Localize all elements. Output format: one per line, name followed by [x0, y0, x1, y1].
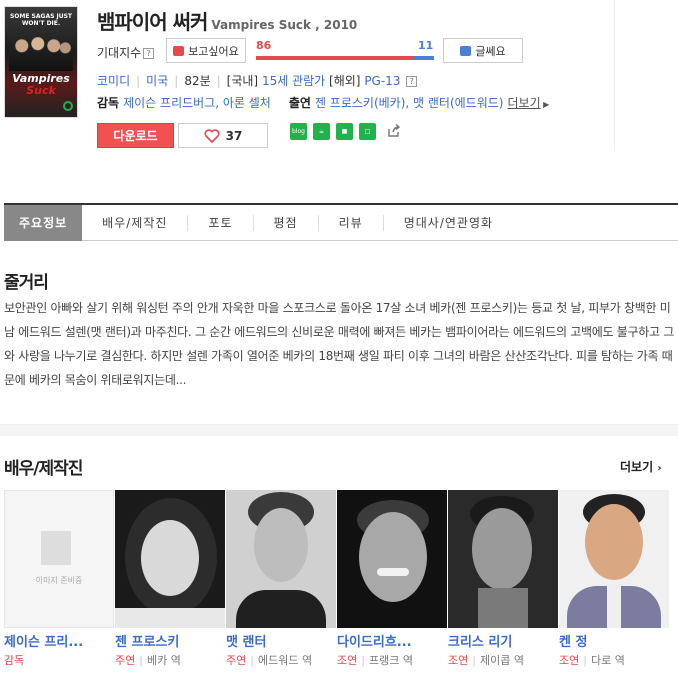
cast-section-title: 배우/제작진 — [4, 459, 83, 479]
cast-photo[interactable] — [226, 490, 336, 628]
cast-name[interactable]: 젠 프로스키 — [115, 631, 226, 649]
cast-card[interactable]: 젠 프로스키 주연 | 베카 역 — [115, 490, 226, 668]
download-button[interactable]: 다운로드 — [97, 123, 174, 148]
cast-photo[interactable] — [448, 490, 558, 628]
no-image-icon — [41, 531, 71, 565]
cast-position: 감독 — [4, 654, 25, 667]
like-button[interactable]: 37 — [178, 123, 268, 148]
title-korean: 뱀파이어 써커 — [97, 10, 208, 34]
cast-position: 주연 — [226, 654, 247, 667]
cast-name[interactable]: 크리스 리기 — [448, 631, 559, 649]
cast-links[interactable]: 젠 프로스키(베카), 맷 랜터(에드워드) — [315, 96, 504, 110]
bookmark-share-icon[interactable]: ■ — [336, 123, 353, 140]
not-sure-button[interactable]: 글쎄요 — [443, 38, 523, 63]
cast-photo[interactable] — [115, 490, 225, 628]
help-icon[interactable]: ? — [143, 48, 155, 59]
runtime: 82분 — [184, 74, 211, 88]
dislike-score: 11 — [418, 39, 434, 52]
tab-quotes-related[interactable]: 명대사/연관영화 — [384, 215, 513, 231]
blog-share-icon[interactable]: blog — [290, 123, 307, 140]
synopsis-title: 줄거리 — [4, 273, 49, 293]
genre-link[interactable]: 코미디 — [97, 74, 130, 88]
country-link[interactable]: 미국 — [146, 74, 168, 88]
poster-tagline: SOME SAGAS JUST WON'T DIE. — [9, 13, 73, 27]
cast-photo[interactable] — [337, 490, 447, 628]
cast-photo[interactable] — [559, 490, 669, 628]
thumbs-down-icon — [460, 45, 472, 56]
credits-line: 감독 제이슨 프리드버그, 아론 셀처 출연 젠 프로스키(베카), 맷 랜터(에드워… — [97, 96, 550, 110]
cast-card[interactable]: 이미지 준비중 제이슨 프리... 감독 — [4, 490, 115, 668]
cast-position: 조연 — [337, 654, 358, 667]
movie-title: 뱀파이어 써커 Vampires Suck , 2010 — [97, 6, 357, 35]
cast-card[interactable]: 다이드리흐... 조연 | 프랭크 역 — [337, 490, 448, 668]
cafe-share-icon[interactable]: ☕ — [313, 123, 330, 140]
section-divider — [0, 424, 678, 436]
social-share: blog ☕ ■ □ — [290, 123, 376, 140]
like-score: 86 — [256, 39, 272, 52]
title-english: Vampires Suck , 2010 — [211, 18, 358, 32]
synopsis-text: 보안관인 아빠와 살기 위해 워싱턴 주의 안개 자욱한 마을 스포크스로 돌아… — [4, 301, 674, 387]
like-count: 37 — [225, 128, 243, 143]
cast-card[interactable]: 크리스 리기 조연 | 제이콥 역 — [448, 490, 559, 668]
share-icon[interactable] — [386, 123, 402, 139]
cast-name[interactable]: 제이슨 프리... — [4, 631, 115, 649]
tab-rating[interactable]: 평점 — [254, 214, 319, 231]
movie-tabs: 주요정보 배우/제작진 포토 평점 리뷰 명대사/연관영화 — [4, 203, 678, 241]
rating-domestic[interactable]: 15세 관람가 — [262, 74, 325, 88]
cast-position: 주연 — [115, 654, 136, 667]
poster-characters — [9, 29, 73, 71]
expectation-bar-like — [256, 56, 414, 60]
cast-name[interactable]: 다이드리흐... — [337, 631, 448, 649]
tab-photo[interactable]: 포토 — [188, 214, 254, 231]
cast-card[interactable]: 켄 정 조연 | 다로 역 — [559, 490, 670, 668]
credits-more-link[interactable]: 더보기 — [507, 96, 540, 110]
expectation-label: 기대지수? — [97, 44, 155, 61]
expectation-bar — [256, 56, 434, 60]
want-to-see-button[interactable]: 보고싶어요 — [166, 38, 246, 63]
thumbs-up-icon — [173, 45, 185, 56]
poster-logo: Vampires Suck — [12, 72, 70, 97]
zoom-icon[interactable] — [63, 101, 73, 111]
memo-share-icon[interactable]: □ — [359, 123, 376, 140]
cast-position: 조연 — [448, 654, 469, 667]
divider — [614, 0, 615, 150]
director-links[interactable]: 제이슨 프리드버그, 아론 셀처 — [123, 96, 271, 110]
tab-review[interactable]: 리뷰 — [319, 214, 384, 231]
cast-card[interactable]: 맷 랜터 주연 | 에드워드 역 — [226, 490, 337, 668]
cast-name[interactable]: 켄 정 — [559, 631, 670, 649]
cast-name[interactable]: 맷 랜터 — [226, 631, 337, 649]
movie-poster[interactable]: SOME SAGAS JUST WON'T DIE. Vampires Suck — [4, 6, 78, 118]
heart-icon — [204, 128, 220, 143]
tab-cast-crew[interactable]: 배우/제작진 — [82, 214, 189, 231]
rating-help-icon[interactable]: ? — [406, 76, 418, 87]
movie-meta: 코미디 | 미국 | 82분 | [국내] 15세 관람가 [해외] PG-13 ? — [97, 72, 418, 89]
tab-main-info[interactable]: 주요정보 — [4, 204, 83, 241]
rating-foreign[interactable]: PG-13 — [364, 74, 400, 88]
no-image-label: 이미지 준비중 — [35, 576, 83, 585]
cast-list: 이미지 준비중 제이슨 프리... 감독 젠 프로스키 주연 | 베카 역 맷 랜터… — [4, 490, 670, 668]
cast-photo-placeholder[interactable]: 이미지 준비중 — [4, 490, 114, 628]
cast-position: 조연 — [559, 654, 580, 667]
cast-more-link[interactable]: 더보기 › — [620, 458, 661, 475]
